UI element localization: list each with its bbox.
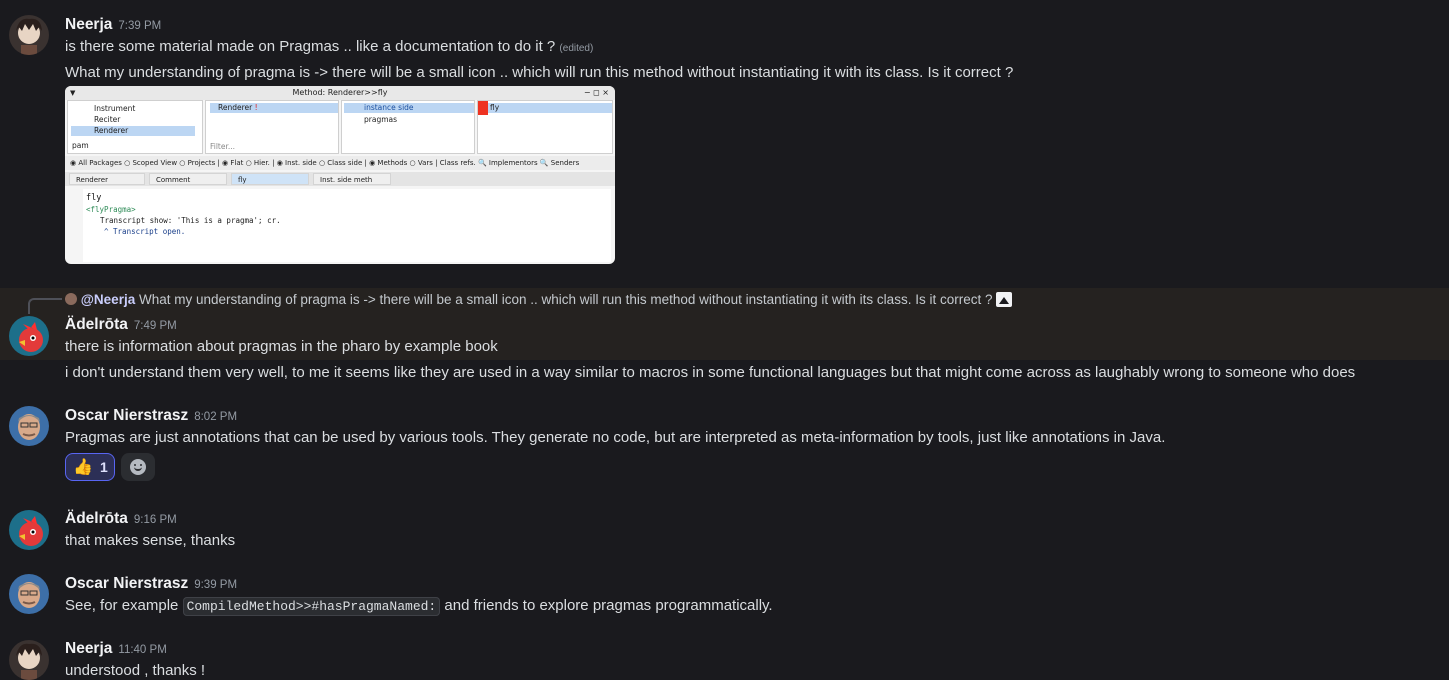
message-text: i don't understand them very well, to me…	[65, 364, 1356, 381]
attachment-window-title: ▼ Method: Renderer>>fly − ◻ ×	[65, 86, 615, 100]
window-controls: − ◻ ×	[583, 88, 609, 97]
reply-mention[interactable]: @Neerja	[81, 292, 135, 307]
thumbs-up-icon: 👍	[73, 459, 93, 476]
timestamp: 11:40 PM	[118, 644, 167, 656]
author-name[interactable]: Neerja 7:39 PM	[65, 16, 161, 34]
avatar-neerja[interactable]	[9, 640, 49, 680]
add-reaction-button[interactable]	[121, 453, 155, 481]
author-name[interactable]: Ädelrōta 9:16 PM	[65, 510, 177, 528]
message-text: Pragmas are just annotations that can be…	[65, 429, 1166, 446]
timestamp: 7:39 PM	[118, 20, 162, 32]
tab-renderer: Renderer	[69, 173, 145, 185]
tab-fly: fly	[231, 173, 309, 185]
timestamp: 9:16 PM	[133, 514, 177, 526]
timestamp: 9:39 PM	[194, 579, 238, 591]
avatar-adelrota[interactable]	[9, 316, 49, 356]
package-pane: Instrument Reciter Renderer pam	[67, 100, 203, 154]
avatar-oscar[interactable]	[9, 574, 49, 614]
menu-triangle-icon: ▼	[70, 89, 76, 97]
inline-code: CompiledMethod>>#hasPragmaNamed:	[182, 597, 441, 616]
author-name[interactable]: Oscar Nierstrasz 9:39 PM	[65, 575, 237, 593]
timestamp: 8:02 PM	[194, 411, 238, 423]
reaction-thumbs-up[interactable]: 👍 1	[65, 453, 115, 481]
avatar-adelrota[interactable]	[9, 510, 49, 550]
timestamp: 7:49 PM	[133, 320, 177, 332]
reply-preview[interactable]: @Neerja What my understanding of pragma …	[65, 292, 1013, 307]
method-pane: fly	[477, 100, 613, 154]
message-text: See, for example CompiledMethod>>#hasPra…	[65, 597, 773, 616]
message-text: there is information about pragmas in th…	[65, 338, 498, 355]
tab-inst-side-meth: Inst. side meth	[313, 173, 391, 185]
image-icon	[996, 292, 1013, 307]
browser-tabs: Renderer Comment fly Inst. side meth	[65, 172, 615, 186]
code-editor: fly <flyPragma> Transcript show: 'This i…	[83, 189, 611, 262]
class-pane: Renderer ! Filter...	[205, 100, 339, 154]
message-text: What my understanding of pragma is -> th…	[65, 64, 1014, 81]
tab-comment: Comment	[149, 173, 227, 185]
reply-connector	[28, 298, 62, 314]
reply-text: What my understanding of pragma is -> th…	[138, 292, 993, 307]
avatar-oscar[interactable]	[9, 406, 49, 446]
protocol-pane: instance side pragmas	[341, 100, 475, 154]
edited-label: (edited)	[559, 43, 594, 54]
avatar-neerja[interactable]	[9, 15, 49, 55]
author-name[interactable]: Ädelrōta 7:49 PM	[65, 316, 177, 334]
reply-avatar-icon	[65, 293, 77, 305]
image-attachment[interactable]: ▼ Method: Renderer>>fly − ◻ × Instrument…	[65, 86, 615, 264]
browser-toolbar: ◉ All Packages ○ Scoped View ○ Projects …	[65, 156, 615, 170]
message-text: understood , thanks !	[65, 662, 206, 679]
author-name[interactable]: Neerja 11:40 PM	[65, 640, 167, 658]
smiley-icon	[130, 459, 146, 475]
message-text: is there some material made on Pragmas .…	[65, 38, 594, 55]
reaction-count: 1	[100, 459, 108, 475]
author-name[interactable]: Oscar Nierstrasz 8:02 PM	[65, 407, 237, 425]
message-text: that makes sense, thanks	[65, 532, 236, 549]
